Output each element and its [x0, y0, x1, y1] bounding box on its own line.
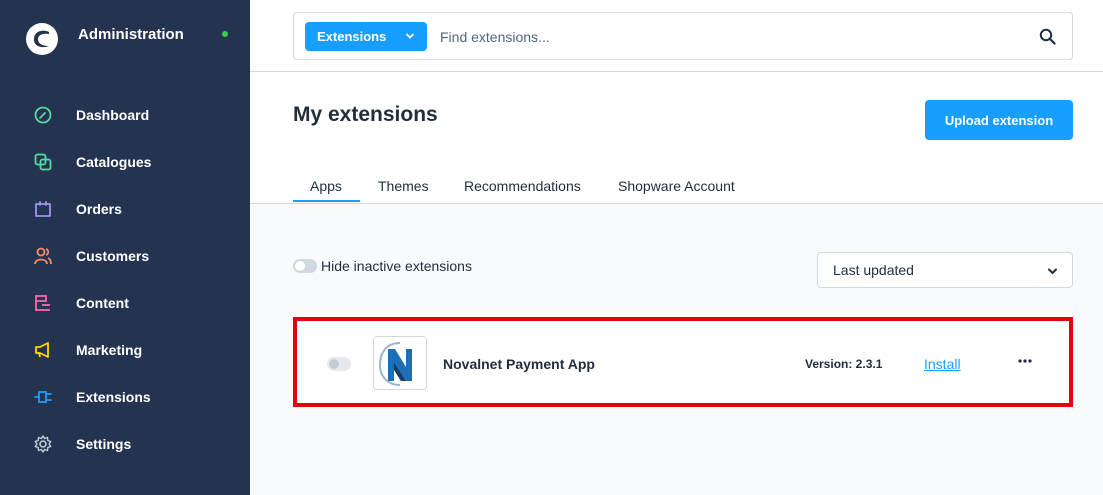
- extensions-content: Hide inactive extensions Last updated No…: [250, 204, 1103, 495]
- extension-card: Novalnet Payment App Version: 2.3.1 Inst…: [293, 317, 1073, 407]
- sidebar-item-content[interactable]: Content: [0, 280, 250, 327]
- more-options-icon[interactable]: [1015, 351, 1035, 371]
- sidebar: Administration Dashboard Catalogues Orde…: [0, 0, 250, 495]
- chevron-down-icon: [406, 33, 414, 39]
- main-nav: Dashboard Catalogues Orders Customers Co…: [0, 92, 250, 468]
- search-type-label: Extensions: [317, 29, 387, 44]
- extension-logo: [373, 336, 427, 390]
- sidebar-item-label: Dashboard: [76, 107, 150, 123]
- page-header: My extensions Upload extension Apps Them…: [250, 72, 1103, 204]
- tab-apps[interactable]: Apps: [310, 178, 342, 194]
- search-input[interactable]: [440, 23, 1000, 51]
- sidebar-item-extensions[interactable]: Extensions: [0, 374, 250, 421]
- sidebar-item-label: Catalogues: [76, 154, 152, 170]
- page-title: My extensions: [293, 103, 438, 126]
- sidebar-item-marketing[interactable]: Marketing: [0, 327, 250, 374]
- search-type-dropdown[interactable]: Extensions: [305, 22, 427, 51]
- sidebar-item-label: Extensions: [76, 389, 151, 405]
- extension-version: Version: 2.3.1: [805, 357, 883, 371]
- sort-value: Last updated: [833, 262, 914, 278]
- sidebar-item-label: Orders: [76, 201, 122, 217]
- global-search: Extensions: [293, 12, 1073, 60]
- sidebar-item-label: Settings: [76, 436, 132, 452]
- install-link[interactable]: Install: [924, 356, 961, 372]
- sidebar-item-label: Customers: [76, 248, 150, 264]
- active-tab-indicator: [293, 200, 360, 202]
- extension-active-switch[interactable]: [327, 357, 351, 371]
- sidebar-item-label: Marketing: [76, 342, 143, 358]
- sidebar-item-catalogues[interactable]: Catalogues: [0, 139, 250, 186]
- gear-icon: [34, 435, 52, 453]
- brand: Administration: [0, 0, 250, 72]
- hide-inactive-toggle-row: Hide inactive extensions: [293, 258, 472, 274]
- plug-icon: [34, 391, 52, 403]
- search-icon[interactable]: [1039, 28, 1056, 45]
- upload-extension-button[interactable]: Upload extension: [925, 100, 1073, 140]
- megaphone-icon: [35, 342, 49, 358]
- extension-name: Novalnet Payment App: [443, 356, 595, 372]
- catalogue-icon: [34, 153, 52, 171]
- hide-inactive-switch[interactable]: [293, 259, 317, 273]
- tab-recommendations[interactable]: Recommendations: [464, 178, 581, 194]
- shopping-bag-icon: [35, 201, 51, 217]
- brand-title: Administration: [78, 26, 184, 43]
- tab-themes[interactable]: Themes: [378, 178, 429, 194]
- sidebar-item-orders[interactable]: Orders: [0, 186, 250, 233]
- gauge-icon: [34, 106, 52, 124]
- shopware-logo-icon[interactable]: [25, 22, 59, 56]
- users-icon: [34, 247, 52, 265]
- sidebar-item-label: Content: [76, 295, 129, 311]
- sidebar-item-settings[interactable]: Settings: [0, 421, 250, 468]
- chevron-down-icon: [1048, 268, 1057, 275]
- sidebar-item-customers[interactable]: Customers: [0, 233, 250, 280]
- sort-select[interactable]: Last updated: [817, 252, 1073, 288]
- novalnet-logo-icon: [378, 342, 412, 386]
- top-bar: Extensions: [250, 0, 1103, 72]
- content-icon: [35, 295, 50, 311]
- status-dot: [222, 31, 228, 37]
- hide-inactive-label: Hide inactive extensions: [321, 258, 472, 274]
- tab-shopware-account[interactable]: Shopware Account: [618, 178, 735, 194]
- sidebar-item-dashboard[interactable]: Dashboard: [0, 92, 250, 139]
